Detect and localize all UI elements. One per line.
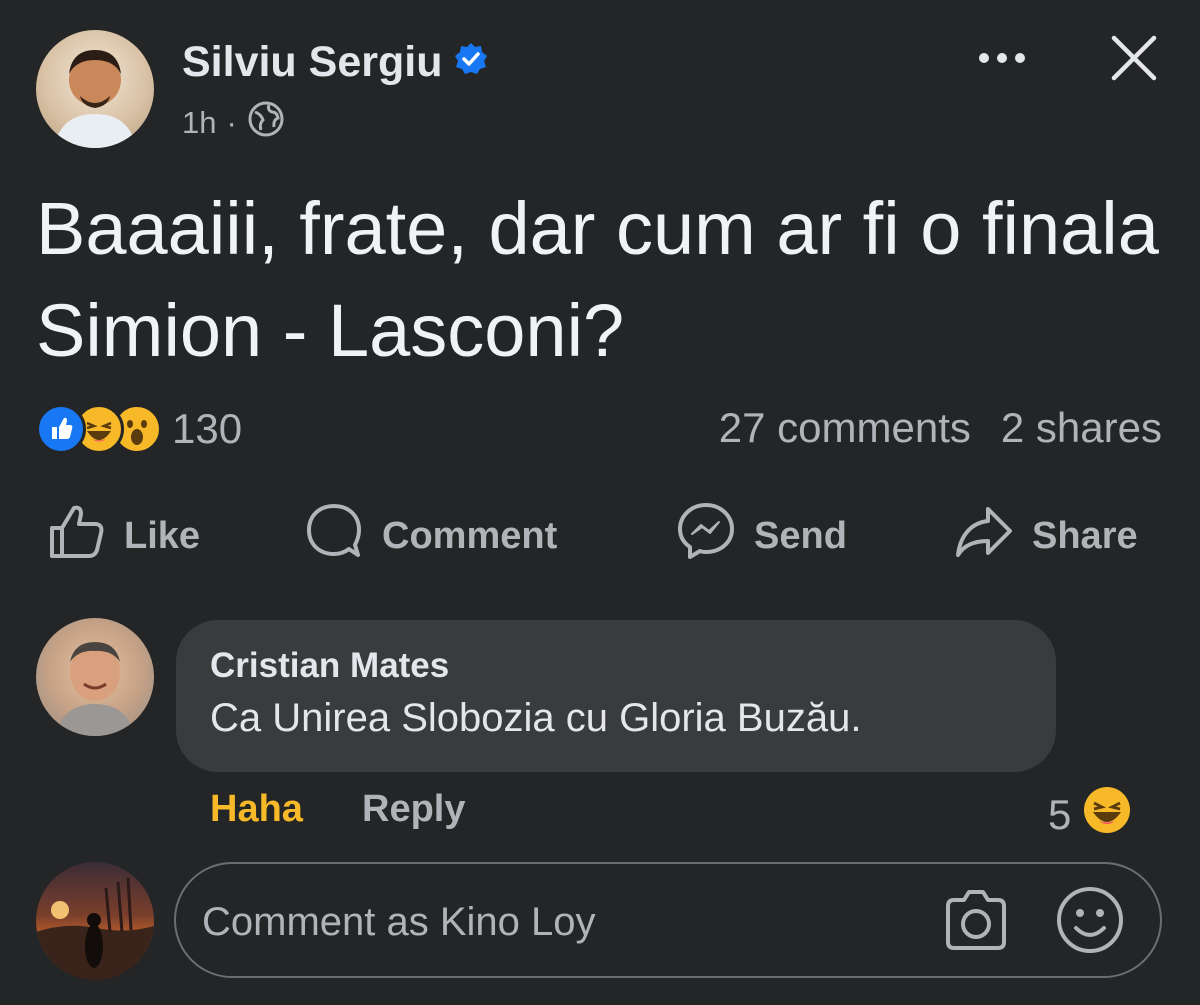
comment-reaction-count: 5	[1048, 791, 1072, 838]
verified-badge-icon	[454, 38, 488, 87]
like-icon	[48, 502, 106, 570]
more-options-icon[interactable]	[972, 36, 1032, 80]
comment-reactions[interactable]: 5	[1048, 786, 1131, 844]
comment-button[interactable]: Comment	[304, 504, 558, 567]
like-label: Like	[124, 514, 201, 557]
emoji-icon[interactable]	[1054, 884, 1126, 956]
comment-icon	[304, 501, 364, 571]
comment-author[interactable]: Cristian Mates	[210, 646, 449, 686]
viewer-avatar	[36, 862, 154, 980]
share-icon	[954, 503, 1014, 569]
comment-haha-button[interactable]: Haha	[210, 788, 303, 831]
comment-reply-button[interactable]: Reply	[362, 788, 465, 831]
close-icon[interactable]	[1108, 32, 1160, 84]
messenger-icon	[676, 501, 736, 571]
send-button[interactable]: Send	[676, 503, 847, 567]
comment-text: Ca Unirea Slobozia cu Gloria Buzău.	[210, 696, 862, 740]
like-button[interactable]: Like	[48, 505, 200, 567]
comments-count[interactable]: 27 comments	[719, 404, 971, 452]
camera-icon[interactable]	[940, 886, 1012, 954]
like-reaction-icon	[36, 404, 86, 454]
shares-count[interactable]: 2 shares	[1001, 404, 1162, 452]
post-meta: 1h ·	[182, 100, 285, 146]
comment-label: Comment	[382, 514, 558, 557]
post-time[interactable]: 1h	[182, 105, 216, 141]
post-text: Baaaiii, frate, dar cum ar fi o finala S…	[36, 187, 1159, 372]
haha-reaction-icon	[1083, 786, 1131, 844]
author-name-row: Silviu Sergiu	[182, 38, 488, 87]
comment-input[interactable]	[200, 895, 904, 949]
post-stats: 27 comments 2 shares	[719, 404, 1162, 452]
meta-separator: ·	[226, 105, 237, 140]
reactions-summary[interactable]: 130	[36, 404, 242, 454]
author-name[interactable]: Silviu Sergiu	[182, 38, 442, 87]
share-label: Share	[1032, 514, 1138, 557]
share-button[interactable]: Share	[954, 505, 1138, 567]
author-avatar[interactable]	[36, 30, 154, 148]
globe-icon	[247, 100, 285, 146]
send-label: Send	[754, 514, 847, 557]
reactions-count: 130	[172, 405, 243, 452]
commenter-avatar[interactable]	[36, 618, 154, 736]
